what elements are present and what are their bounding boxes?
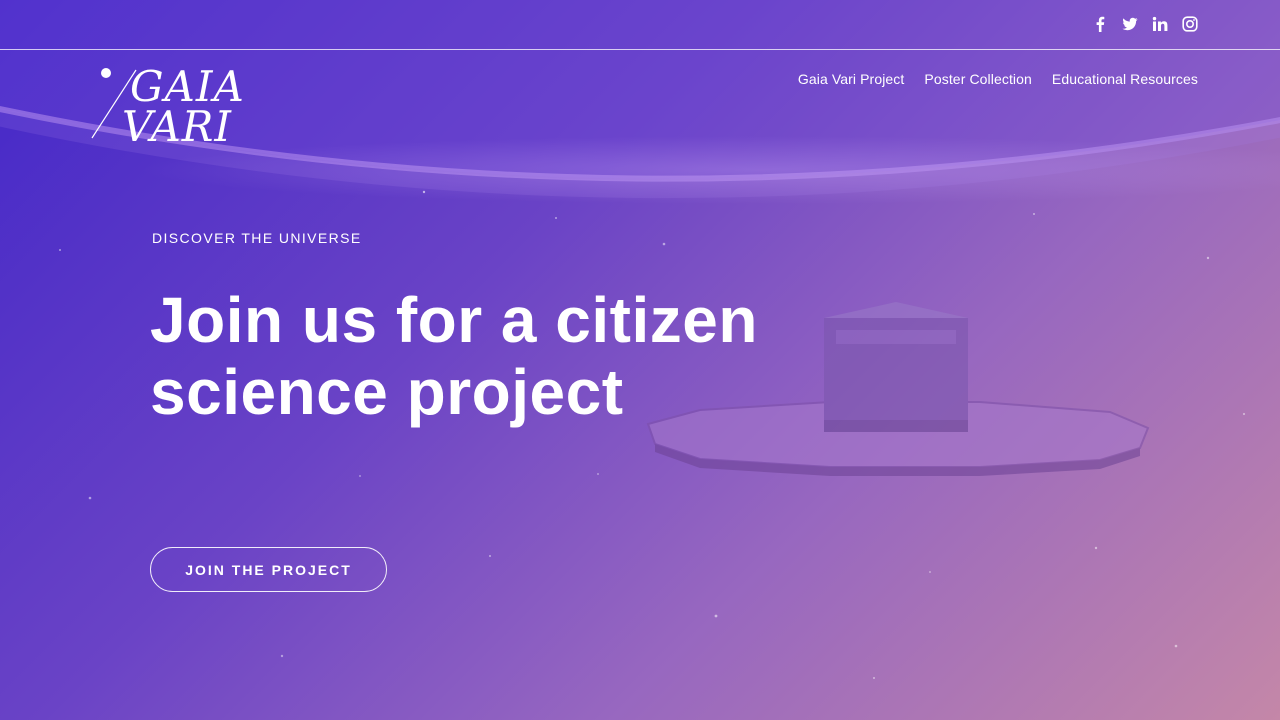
facebook-icon[interactable] bbox=[1092, 16, 1108, 32]
hero-headline-line-2: science project bbox=[150, 356, 624, 428]
top-social-bar bbox=[0, 0, 1280, 50]
instagram-icon[interactable] bbox=[1182, 16, 1198, 32]
social-links bbox=[1092, 16, 1198, 32]
nav-item-gaia-vari-project[interactable]: Gaia Vari Project bbox=[798, 71, 904, 87]
logo-text-vari: VARI bbox=[122, 102, 233, 151]
gaia-vari-logo[interactable]: GAIA VARI bbox=[90, 64, 262, 156]
nav-item-educational-resources[interactable]: Educational Resources bbox=[1052, 71, 1198, 87]
hero-eyebrow: DISCOVER THE UNIVERSE bbox=[152, 230, 362, 246]
hero-headline-line-1: Join us for a citizen bbox=[150, 284, 758, 356]
logo-dot bbox=[101, 68, 111, 78]
join-project-button[interactable]: JOIN THE PROJECT bbox=[150, 547, 387, 592]
linkedin-icon[interactable] bbox=[1152, 16, 1168, 32]
nav-item-poster-collection[interactable]: Poster Collection bbox=[924, 71, 1032, 87]
twitter-icon[interactable] bbox=[1122, 16, 1138, 32]
hero-headline: Join us for a citizen science project bbox=[150, 284, 850, 428]
main-navigation: Gaia Vari Project Poster Collection Educ… bbox=[798, 71, 1198, 87]
